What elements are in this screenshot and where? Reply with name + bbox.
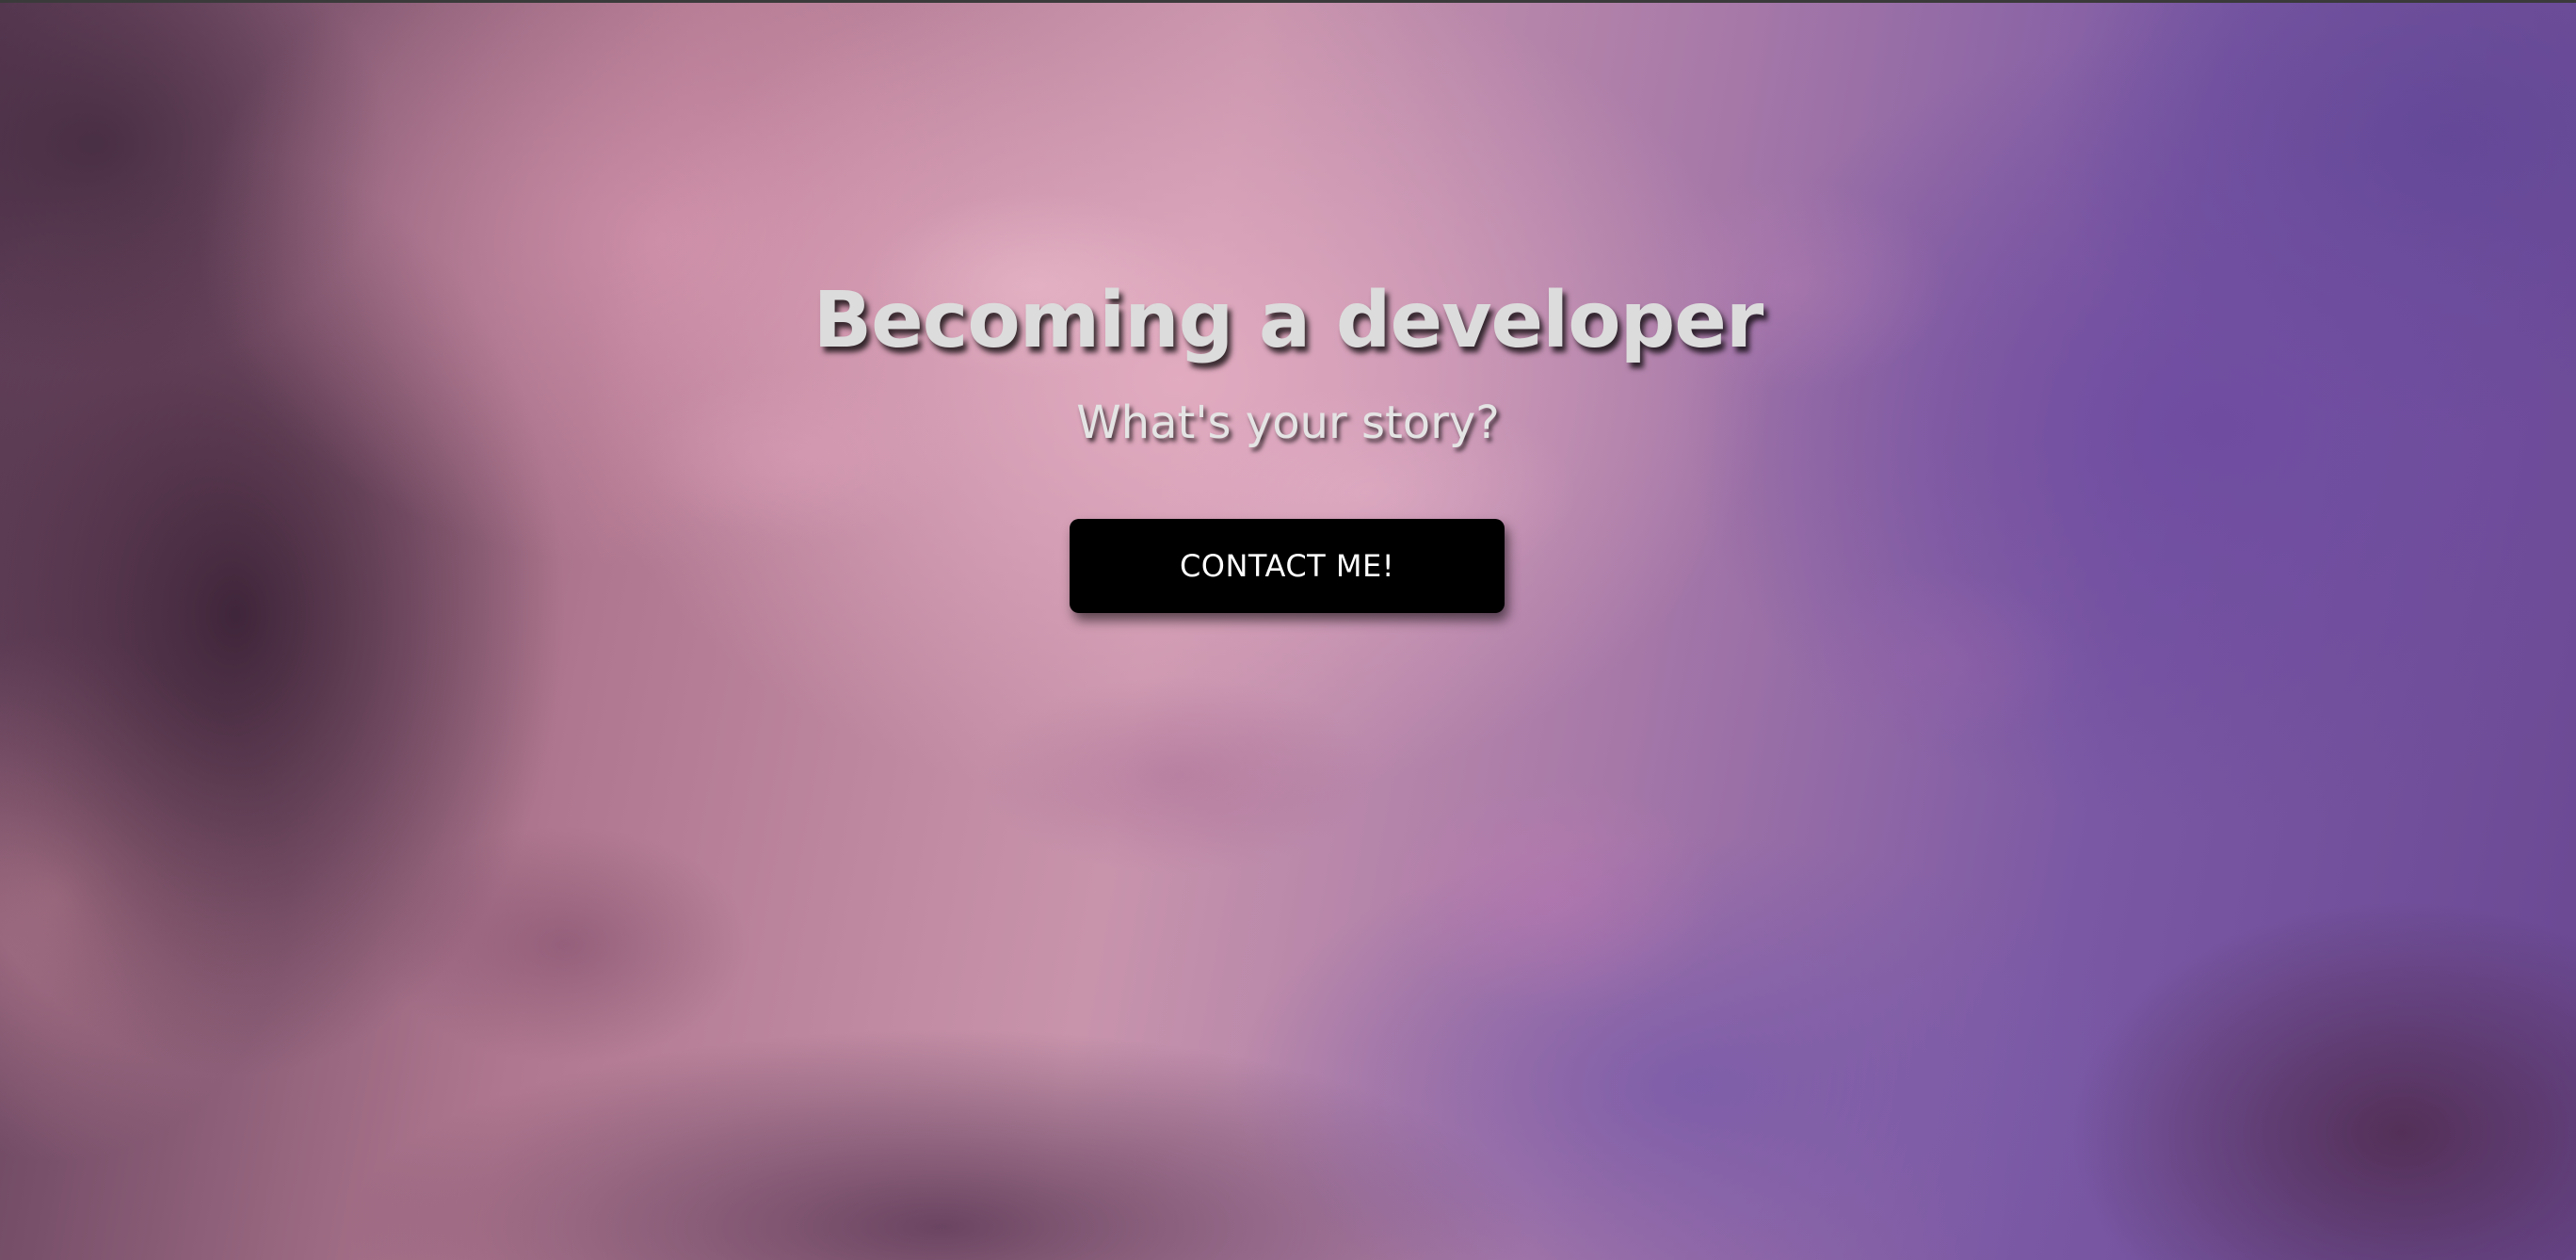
hero-title: Becoming a developer <box>813 276 1764 365</box>
contact-me-button[interactable]: CONTACT ME! <box>1070 519 1505 613</box>
hero-section: Becoming a developer What's your story? … <box>0 0 2576 1260</box>
hero-subtitle: What's your story? <box>1076 396 1500 449</box>
cloud-background-image <box>0 3 2576 1260</box>
